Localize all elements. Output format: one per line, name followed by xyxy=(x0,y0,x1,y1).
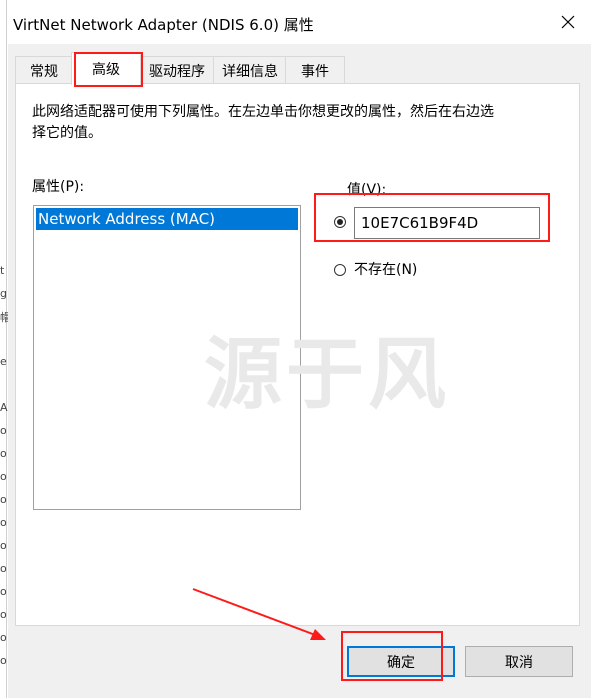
background-window-char: t xyxy=(0,264,5,277)
background-window-char: A xyxy=(0,401,8,414)
background-window-char: g xyxy=(0,287,7,300)
tab-general[interactable]: 常规 xyxy=(15,56,73,84)
ok-button[interactable]: 确定 xyxy=(347,646,455,677)
property-network-address[interactable]: Network Address (MAC) xyxy=(36,208,298,230)
close-button[interactable] xyxy=(545,0,591,44)
tab-details[interactable]: 详细信息 xyxy=(213,56,287,84)
background-window-char: o xyxy=(0,631,7,644)
background-window-char: o xyxy=(0,493,7,506)
tab-events[interactable]: 事件 xyxy=(285,56,345,84)
background-window-char: o xyxy=(0,447,7,460)
background-window-char: o xyxy=(0,608,7,621)
not-exist-label: 不存在(N) xyxy=(354,262,418,278)
properties-label: 属性(P): xyxy=(32,179,85,195)
panel-description: 此网络适配器可使用下列属性。在左边单击你想更改的属性，然后在右边选择它的值。 xyxy=(32,104,494,141)
background-window-char: o xyxy=(0,424,7,437)
background-window-char: o xyxy=(0,562,7,575)
tab-strip: 常规 高级 驱动程序 详细信息 事件 xyxy=(8,52,591,85)
not-exist-radio[interactable] xyxy=(334,264,346,276)
advanced-panel: 此网络适配器可使用下列属性。在左边单击你想更改的属性，然后在右边选择它的值。 属… xyxy=(15,83,580,626)
value-label: 值(V): xyxy=(347,182,387,198)
properties-dialog: VirtNet Network Adapter (NDIS 6.0) 属性 常规… xyxy=(8,0,591,698)
background-window-char: e xyxy=(0,355,7,368)
background-window-char: o xyxy=(0,516,7,529)
watermark: 源于风 xyxy=(204,330,451,420)
value-input[interactable] xyxy=(354,207,540,239)
cancel-button[interactable]: 取消 xyxy=(465,646,573,677)
background-window-char: o xyxy=(0,654,7,667)
close-icon xyxy=(561,15,575,29)
background-window-char: 帽 xyxy=(0,311,8,324)
window-title: VirtNet Network Adapter (NDIS 6.0) 属性 xyxy=(13,16,314,34)
background-window-char: o xyxy=(0,470,7,483)
tab-advanced[interactable]: 高级 xyxy=(71,52,141,85)
tab-driver[interactable]: 驱动程序 xyxy=(139,56,215,84)
background-window-char: o xyxy=(0,585,7,598)
title-bar[interactable]: VirtNet Network Adapter (NDIS 6.0) 属性 xyxy=(8,0,591,44)
value-radio[interactable] xyxy=(334,216,346,228)
background-window-edge: tg帽eAooooooooooo xyxy=(0,0,8,698)
background-window-char: o xyxy=(0,539,7,552)
